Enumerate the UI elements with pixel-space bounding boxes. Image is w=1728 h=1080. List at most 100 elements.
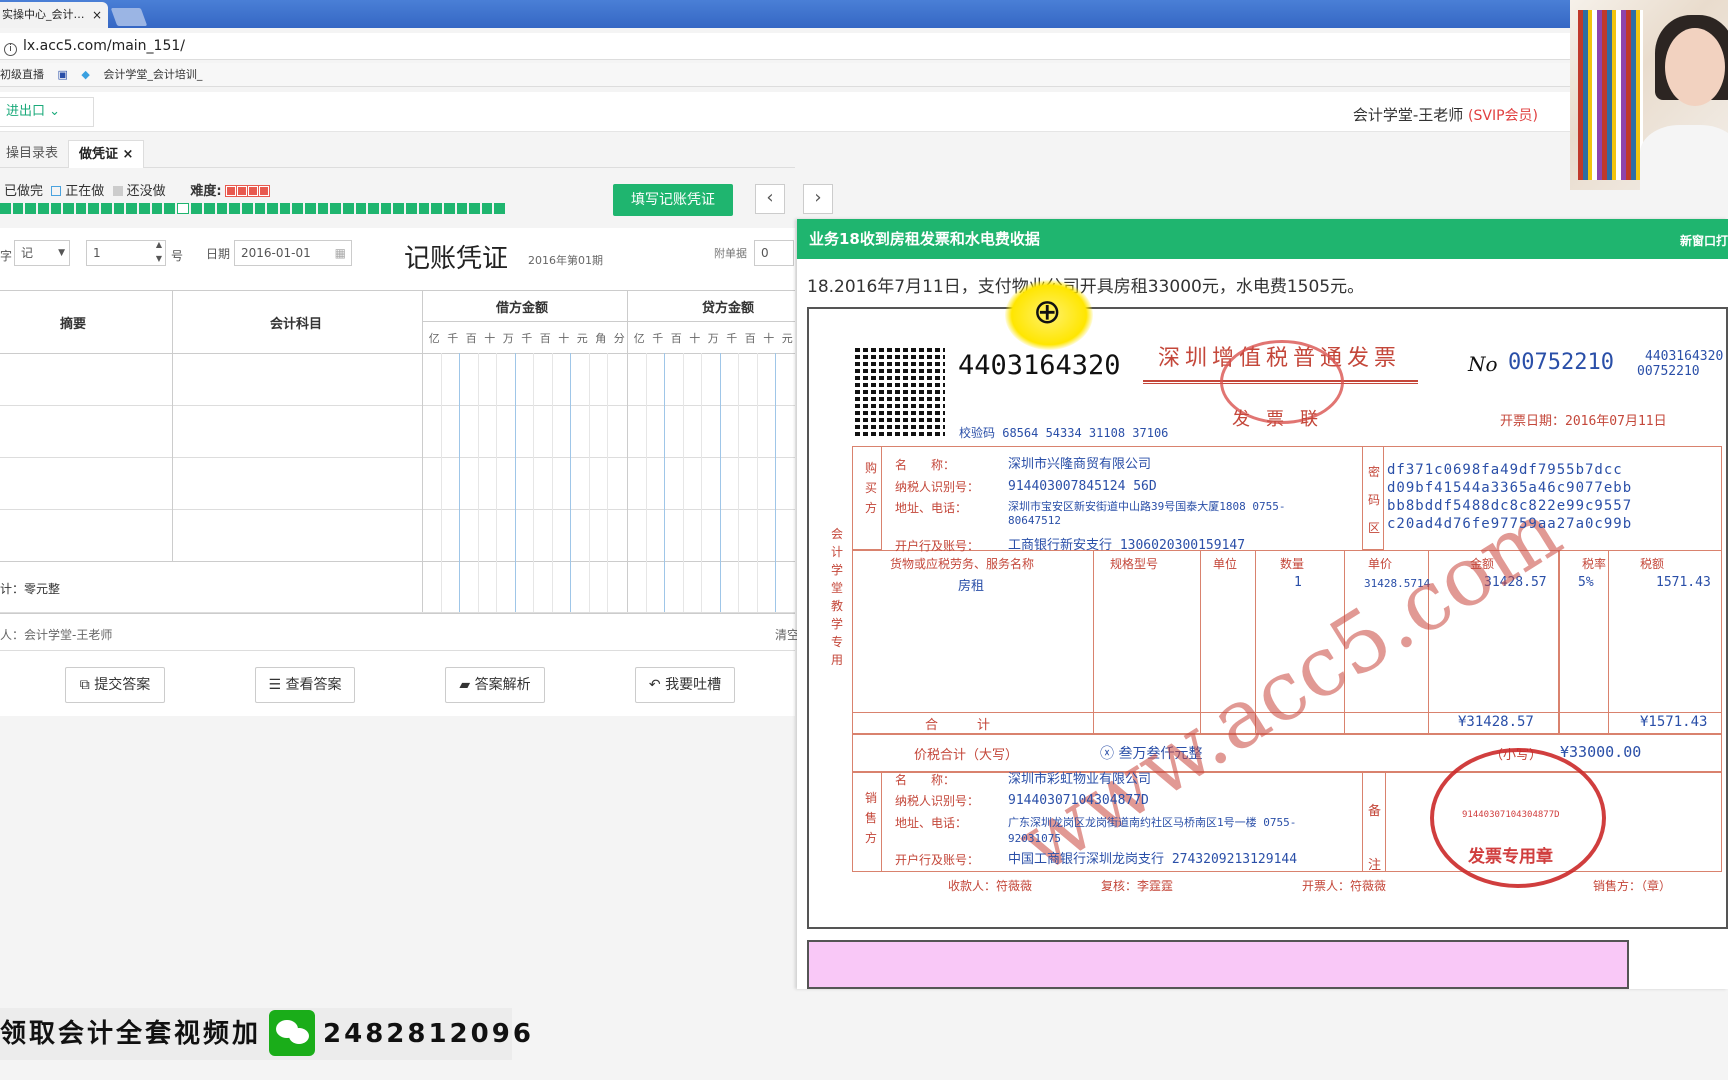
answer-analysis-button[interactable]: ▰ 答案解析 [445,667,545,703]
digit-header: 亿 [633,332,645,345]
progress-segment[interactable] [317,203,329,214]
shield-icon[interactable]: ◆ [81,68,89,81]
col-account: 会计科目 [270,317,323,332]
digit-header: 十 [763,332,775,345]
progress-segment[interactable] [368,203,379,214]
progress-segment[interactable] [138,203,150,214]
seller-field-label: 纳税人识别号： [895,794,980,808]
progress-segment[interactable] [456,203,468,214]
task-progress-bar[interactable] [0,203,505,214]
feedback-button[interactable]: ↶ 我要吐槽 [635,667,735,703]
progress-segment[interactable] [494,203,505,214]
info-icon[interactable]: i [4,43,17,56]
digit-header: 十 [558,332,570,345]
progress-segment[interactable] [204,203,215,214]
progress-segment[interactable] [63,203,74,214]
attachments-label: 附单据 [714,247,747,260]
progress-segment[interactable] [355,203,367,214]
progress-segment[interactable] [481,203,493,214]
progress-segment[interactable] [241,203,253,214]
voucher-number-stepper[interactable]: 1 ▲ ▼ [86,240,166,266]
seller-field-value: 广东深圳龙岗区龙岗街道南约社区马桥南区1号一楼 0755-92031075 [1008,816,1297,845]
progress-segment[interactable] [0,203,11,214]
progress-segment[interactable] [267,203,278,214]
progress-segment[interactable] [380,203,392,214]
buyer-field-value: 深圳市宝安区新安街道中山路39号国泰大厦1808 0755-80647512 [1008,500,1286,527]
progress-segment[interactable] [164,203,175,214]
progress-segment[interactable] [305,203,316,214]
issue-date: 开票日期：2016年07月11日 [1500,414,1667,429]
attachments-input[interactable]: 0 [754,240,794,266]
voucher-period: 2016年第01期 [528,254,603,267]
stepper-arrows-icon[interactable]: ▲ ▼ [156,238,162,266]
progress-segment[interactable] [126,203,137,214]
close-icon[interactable]: × [92,2,102,28]
progress-segment[interactable] [469,203,480,214]
prev-button[interactable]: ‹ [755,184,785,214]
export-menu[interactable]: 进出口 ⌄ [0,97,94,127]
paw-icon[interactable]: ▣ [58,68,68,81]
voucher-word-select[interactable]: 记 ▼ [14,240,70,266]
address-bar[interactable]: i lx.acc5.com/main_151/ [0,33,1570,60]
progress-segment[interactable] [279,203,291,214]
bookmark-item[interactable]: 初级直播 [0,68,44,81]
voucher-title: 记账凭证 [404,244,509,274]
cipher-line: df371c0698fa49df7955b7dcc [1387,462,1623,478]
progress-segment[interactable] [342,203,354,214]
progress-segment[interactable] [292,203,303,214]
progress-segment[interactable] [191,203,202,214]
item-header: 单位 [1213,557,1238,571]
progress-segment[interactable] [151,203,163,214]
progress-segment[interactable] [393,203,404,214]
next-button[interactable]: › [803,184,833,214]
close-icon[interactable]: × [123,147,134,162]
tab-directory[interactable]: 操目录表 [0,140,68,168]
view-answer-button[interactable]: ☰ 查看答案 [255,667,355,703]
open-new-window-link[interactable]: 新窗口打 [1680,232,1728,249]
progress-segment[interactable] [101,203,112,214]
digit-header: 万 [707,332,719,345]
progress-segment[interactable] [176,203,190,214]
tab-make-voucher[interactable]: 做凭证 × [68,140,145,168]
calendar-icon[interactable]: ▦ [335,241,346,265]
progress-segment[interactable] [418,203,430,214]
item-tax: 1571.43 [1656,575,1711,590]
progress-segment[interactable] [216,203,228,214]
progress-segment[interactable] [443,203,455,214]
progress-segment[interactable] [88,203,99,214]
progress-segment[interactable] [75,203,87,214]
sum-label: 合 计 [925,718,991,733]
fill-voucher-button[interactable]: 填写记账凭证 [613,184,733,216]
buyer-field-label: 开户行及账号： [895,539,980,553]
zoom-in-icon[interactable]: ⊕ [1005,280,1093,350]
date-input[interactable]: 2016-01-01 ▦ [234,240,352,266]
progress-segment[interactable] [25,203,36,214]
caret-down-icon: ▼ [58,248,65,258]
bookmark-item[interactable]: 会计学堂_会计培训_ [103,68,202,81]
new-tab-button[interactable] [110,8,148,26]
col-credit: 贷方金额 [702,301,755,316]
progress-segment[interactable] [50,203,62,214]
progress-segment[interactable] [431,203,442,214]
progress-segment[interactable] [406,203,417,214]
credit-digit-header: 亿千百十万千百十元 [630,330,797,346]
progress-segment[interactable] [37,203,49,214]
browser-tab[interactable]: 实操中心_会计… × [0,2,108,28]
progress-segment[interactable] [254,203,266,214]
progress-segment[interactable] [12,203,24,214]
sum-tax: ¥1571.43 [1640,714,1708,730]
col-debit: 借方金额 [496,301,549,316]
number-suffix: 号 [171,249,184,263]
user-name: 会计学堂-王老师 [1352,106,1464,124]
progress-segment[interactable] [330,203,341,214]
progress-segment[interactable] [113,203,125,214]
progress-segment[interactable] [229,203,240,214]
no-prefix: No [1468,352,1498,376]
clear-button[interactable]: 清空 [775,626,799,643]
promo-banner: 领取会计全套视频加 2482812096 [0,1008,531,1060]
wechat-icon [269,1010,316,1056]
submit-answer-button[interactable]: ⧉ 提交答案 [65,667,165,703]
receipt-image [807,940,1629,989]
reply-icon: ↶ [648,677,661,693]
user-info[interactable]: 会计学堂-王老师 (SVIP会员) [1353,104,1538,125]
